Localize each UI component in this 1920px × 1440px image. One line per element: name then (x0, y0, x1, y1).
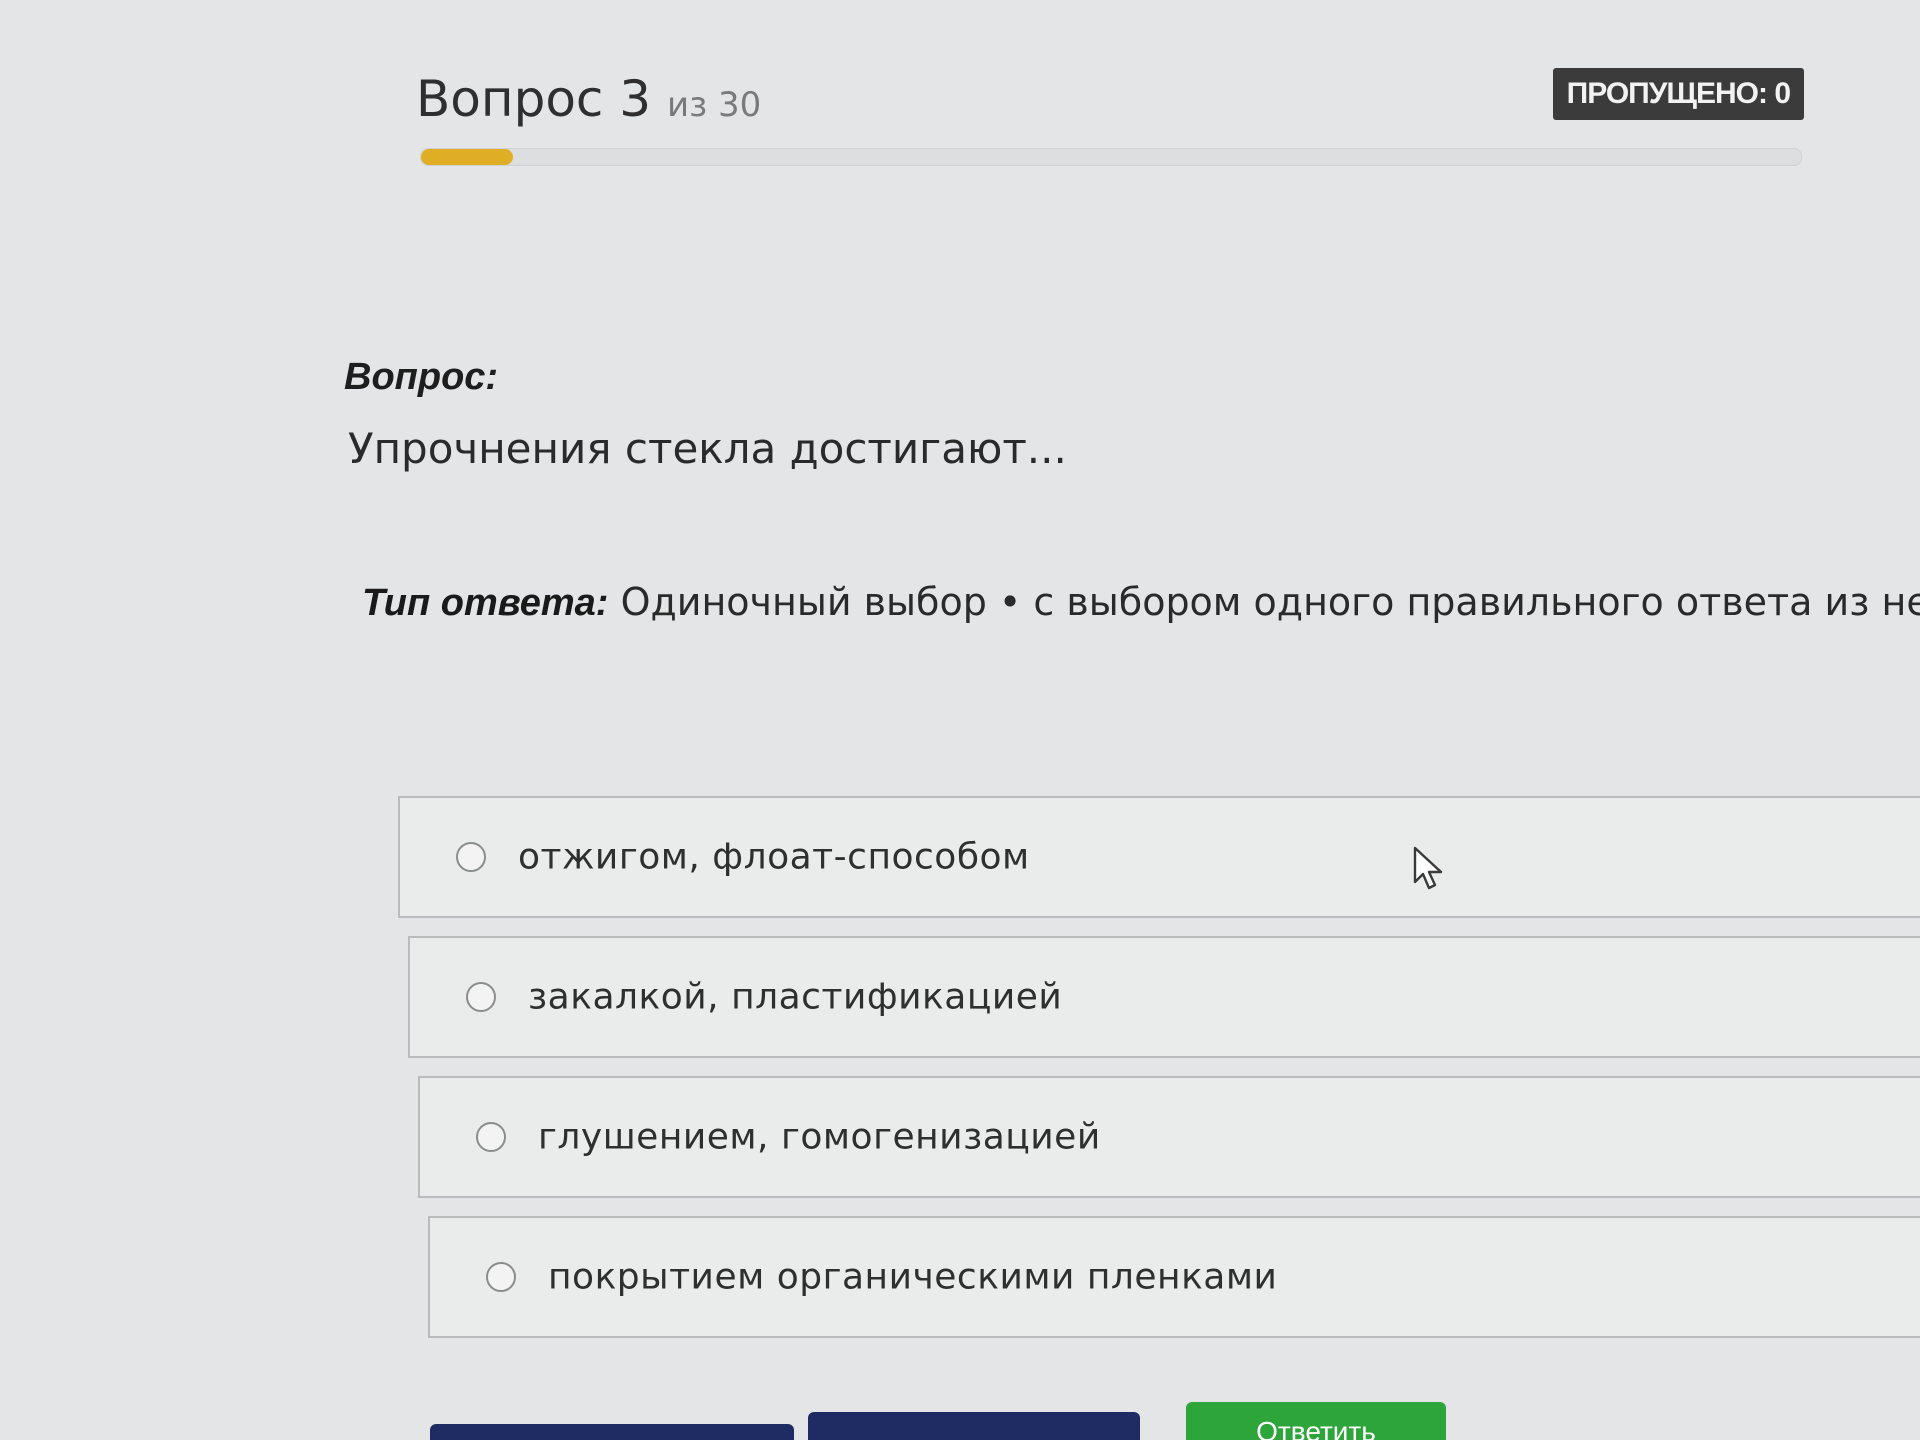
progress-bar (420, 148, 1802, 166)
radio-button[interactable] (466, 982, 496, 1012)
answer-option-text: глушением, гомогенизацией (538, 1116, 1101, 1158)
quiz-header: Вопрос 3 из 30 ПРОПУЩЕНО: 0 (416, 62, 1804, 172)
answer-option[interactable]: закалкой, пластификацией (408, 936, 1920, 1058)
action-buttons: Ответить (430, 1402, 1920, 1440)
previous-button[interactable] (430, 1424, 794, 1440)
question-label: Вопрос: (344, 356, 499, 398)
answer-type-value: Одиночный выбор • с выбором одного прави… (620, 580, 1920, 624)
answer-option[interactable]: глушением, гомогенизацией (418, 1076, 1920, 1198)
question-number: Вопрос 3 (416, 70, 652, 128)
question-total: из 30 (667, 85, 762, 125)
radio-button[interactable] (456, 842, 486, 872)
question-counter: Вопрос 3 из 30 (416, 70, 761, 128)
radio-button[interactable] (486, 1262, 516, 1292)
answer-type: Тип ответа: Одиночный выбор • с выбором … (362, 580, 1920, 625)
question-text: Упрочнения стекла достигают... (348, 424, 1067, 473)
next-button[interactable] (808, 1412, 1140, 1440)
radio-button[interactable] (476, 1122, 506, 1152)
progress-fill (421, 149, 514, 165)
answer-option[interactable]: покрытием органическими пленками (428, 1216, 1920, 1338)
answer-button[interactable]: Ответить (1186, 1402, 1446, 1440)
quiz-page: Вопрос 3 из 30 ПРОПУЩЕНО: 0 Вопрос: Упро… (0, 0, 1920, 1440)
mouse-cursor-icon (1413, 846, 1443, 890)
answer-option-text: отжигом, флоат-способом (518, 836, 1030, 878)
answer-option-text: закалкой, пластификацией (528, 976, 1063, 1018)
answer-option-text: покрытием органическими пленками (548, 1256, 1278, 1298)
answer-type-label: Тип ответа: (362, 582, 609, 624)
skipped-badge: ПРОПУЩЕНО: 0 (1552, 68, 1804, 120)
answer-options: отжигом, флоат-способом закалкой, пласти… (398, 796, 1920, 1356)
answer-option[interactable]: отжигом, флоат-способом (398, 796, 1920, 918)
